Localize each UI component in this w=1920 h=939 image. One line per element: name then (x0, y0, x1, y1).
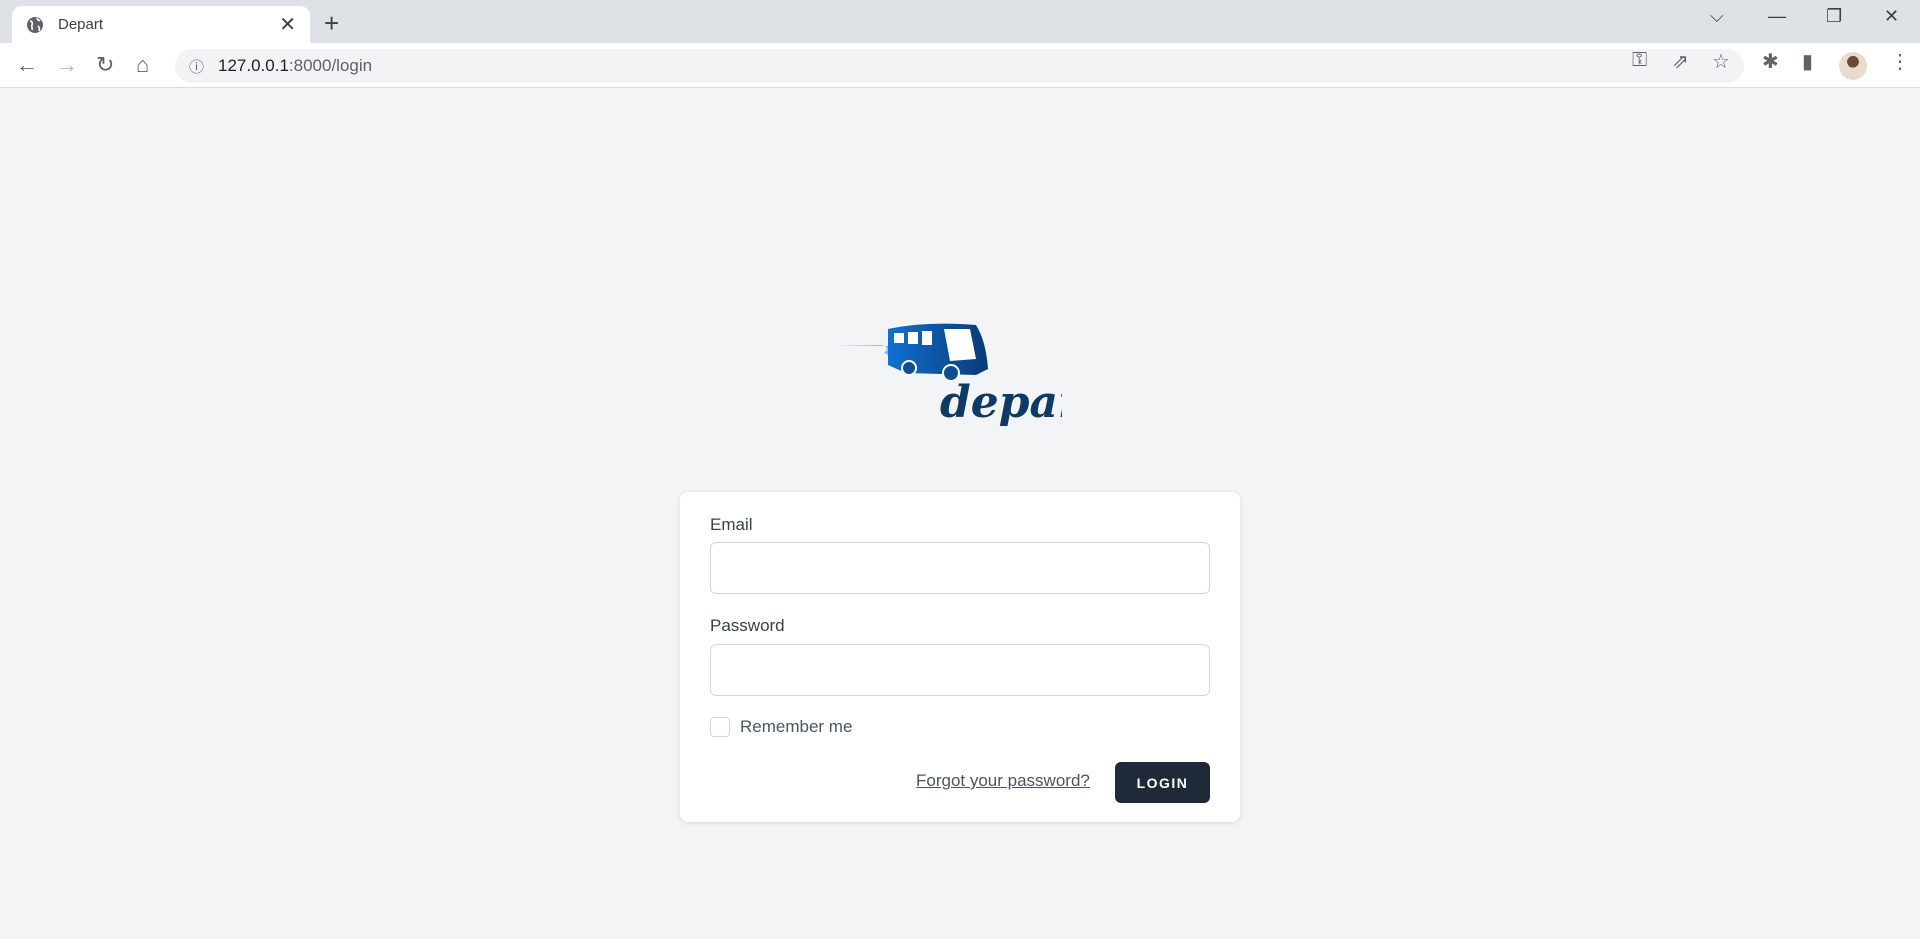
tab-search-icon[interactable]: ⌵ (1710, 6, 1724, 27)
key-icon[interactable]: ⚿ (1632, 49, 1647, 72)
tab-title: Depart (58, 16, 104, 33)
tab-strip: Depart ✕ + ⌵ — ❐ ✕ (0, 0, 1920, 43)
home-icon[interactable]: ⌂ (136, 52, 149, 78)
restore-icon[interactable]: ❐ (1826, 6, 1842, 27)
extensions-icon[interactable]: ✱ (1762, 49, 1779, 74)
share-icon[interactable]: ⇗ (1672, 49, 1689, 74)
password-label: Password (710, 616, 785, 635)
browser-tab[interactable]: Depart ✕ (12, 6, 310, 43)
forgot-password-link[interactable]: Forgot your password? (916, 771, 1090, 791)
minimize-icon[interactable]: — (1768, 6, 1786, 27)
close-tab-icon[interactable]: ✕ (279, 12, 296, 37)
address-bar[interactable]: ⓘ 127.0.0.1:8000/login (175, 49, 1744, 83)
password-input[interactable] (710, 644, 1210, 696)
profile-avatar[interactable] (1839, 52, 1867, 80)
remember-me-checkbox[interactable] (710, 717, 730, 737)
menu-icon[interactable]: ⋮ (1890, 49, 1910, 74)
email-input[interactable] (710, 542, 1210, 594)
email-label: Email (710, 515, 753, 534)
globe-icon (27, 16, 43, 33)
back-icon[interactable]: ← (16, 52, 38, 78)
url-path: :8000/login (288, 56, 373, 75)
depart-logo: depart (836, 323, 1062, 427)
login-card: Email Password Remember me Forgot your p… (680, 492, 1240, 822)
reload-icon[interactable]: ↻ (96, 52, 114, 78)
close-window-icon[interactable]: ✕ (1884, 6, 1899, 27)
browser-toolbar: ← → ↻ ⌂ ⓘ 127.0.0.1:8000/login ⚿ ⇗ ☆ ✱ ▮… (0, 43, 1920, 88)
forward-icon[interactable]: → (56, 52, 78, 78)
logo-text: depart (940, 377, 1062, 427)
new-tab-icon[interactable]: + (324, 8, 339, 39)
url-host: 127.0.0.1 (218, 56, 289, 75)
site-info-icon[interactable]: ⓘ (189, 56, 204, 77)
remember-me-label[interactable]: Remember me (740, 717, 852, 737)
side-panel-icon[interactable]: ▮ (1802, 49, 1813, 74)
login-button[interactable]: LOGIN (1115, 762, 1210, 803)
star-icon[interactable]: ☆ (1712, 49, 1730, 74)
